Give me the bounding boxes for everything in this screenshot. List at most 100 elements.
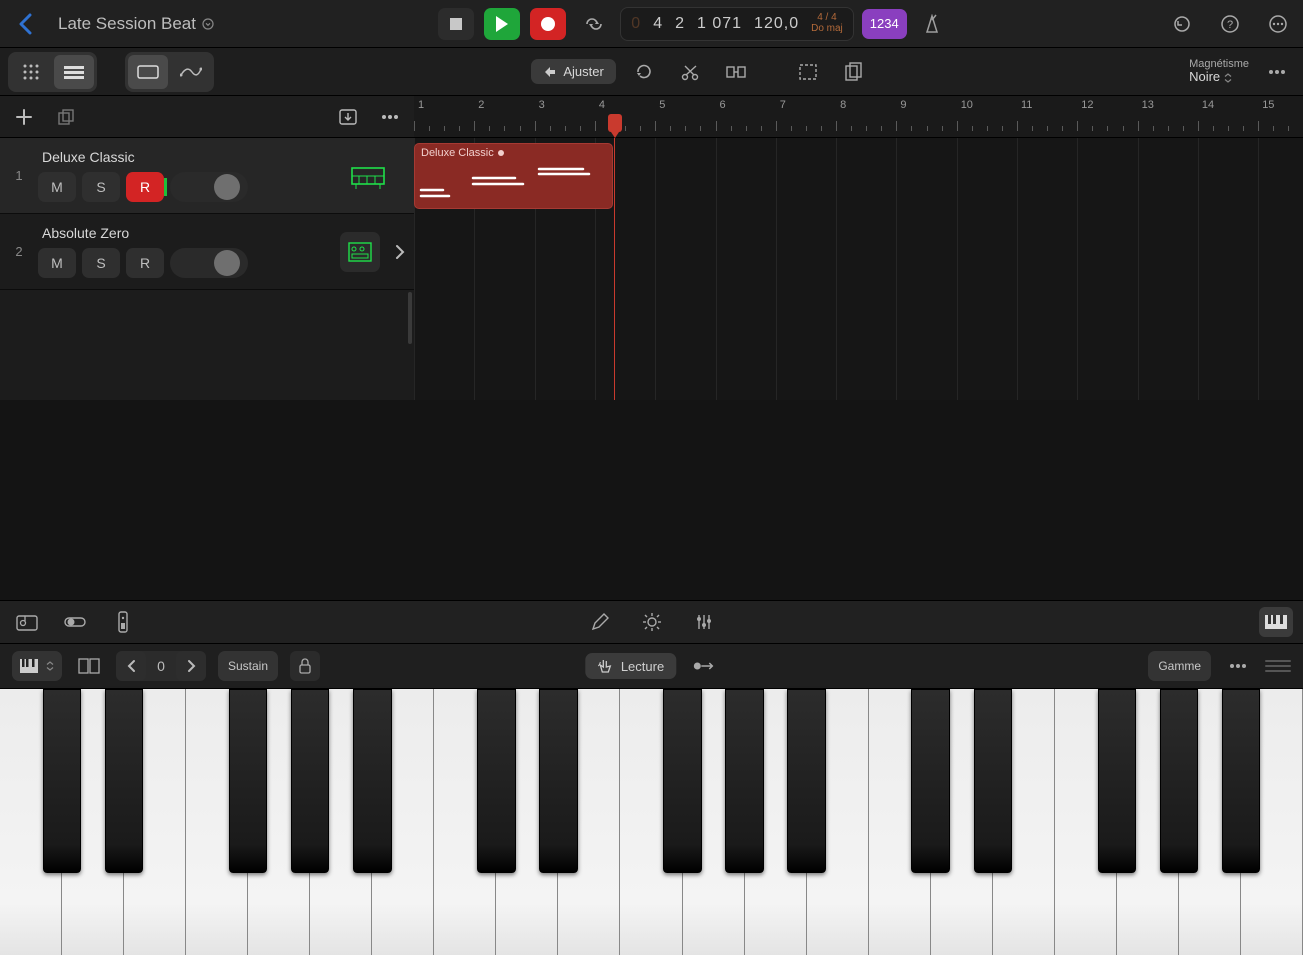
more-menu-button[interactable] [1261, 7, 1295, 41]
beat-display-chip[interactable]: 1234 [862, 9, 907, 39]
track-view-button[interactable] [54, 55, 94, 89]
loop-tool-button[interactable] [626, 54, 662, 90]
track-name[interactable]: Absolute Zero [38, 225, 328, 241]
plugin-tab[interactable] [106, 607, 140, 637]
ruler-bar-number: 12 [1081, 99, 1093, 111]
piano-black-key[interactable] [663, 689, 701, 873]
automation-view-button[interactable] [171, 55, 211, 89]
stop-button[interactable] [438, 8, 474, 40]
piano-black-key[interactable] [43, 689, 81, 873]
record-enable-button[interactable]: R [126, 172, 164, 202]
piano-black-key[interactable] [353, 689, 391, 873]
play-button[interactable] [484, 8, 520, 40]
library-tab[interactable] [10, 607, 44, 637]
scissors-tool-button[interactable] [672, 54, 708, 90]
volume-knob[interactable] [214, 174, 240, 200]
snap-icon [543, 65, 557, 79]
metronome-button[interactable] [915, 7, 949, 41]
piano-black-key[interactable] [105, 689, 143, 873]
scale-button[interactable]: Gamme [1148, 651, 1211, 681]
piano-black-key[interactable] [291, 689, 329, 873]
split-keyboard-button[interactable] [74, 651, 104, 681]
resize-handle[interactable] [1265, 660, 1291, 672]
back-button[interactable] [8, 7, 42, 41]
lcd-dim: 0 [631, 15, 641, 33]
volume-knob[interactable] [214, 250, 240, 276]
piano-black-key[interactable] [1098, 689, 1136, 873]
piano-black-key[interactable] [539, 689, 577, 873]
lock-button[interactable] [290, 651, 320, 681]
tracks-empty-area[interactable] [0, 400, 1303, 600]
octave-down-button[interactable] [116, 651, 146, 681]
record-enable-button[interactable]: R [126, 248, 164, 278]
record-button[interactable] [530, 8, 566, 40]
lcd-ticks: 1 071 [697, 15, 742, 33]
glissando-button[interactable] [688, 651, 718, 681]
solo-button[interactable]: S [82, 248, 120, 278]
piano-black-key[interactable] [477, 689, 515, 873]
track-name[interactable]: Deluxe Classic [38, 149, 336, 165]
ruler-bar-number: 14 [1202, 99, 1214, 111]
project-title-dropdown[interactable]: Late Session Beat [50, 10, 222, 38]
track-row[interactable]: 1 Deluxe Classic M S R [0, 138, 414, 214]
copy-tool-button[interactable] [836, 54, 872, 90]
undo-button[interactable] [1165, 7, 1199, 41]
play-mode-label: Lecture [621, 659, 664, 674]
track-row[interactable]: 2 Absolute Zero M S R [0, 214, 414, 290]
piano-black-key[interactable] [911, 689, 949, 873]
octave-up-button[interactable] [176, 651, 206, 681]
toolbar-more-button[interactable] [1259, 54, 1295, 90]
instrument-icon-drum[interactable] [340, 232, 380, 272]
ruler-bar-number: 5 [659, 99, 665, 111]
help-button[interactable]: ? [1213, 7, 1247, 41]
piano-keyboard[interactable]: Do2Do3Do4 [0, 688, 1303, 955]
lcd-display[interactable]: 0 4 2 1 071 120,0 4 / 4 Do maj [620, 7, 854, 41]
title-bar: Late Session Beat 0 4 2 1 071 120,0 4 / … [0, 0, 1303, 48]
region-view-button[interactable] [128, 55, 168, 89]
import-button[interactable] [334, 103, 362, 131]
join-tool-button[interactable] [718, 54, 754, 90]
mixer-button[interactable] [687, 607, 721, 637]
playhead-marker[interactable] [608, 114, 622, 132]
piano-black-key[interactable] [229, 689, 267, 873]
pencil-tool-button[interactable] [583, 607, 617, 637]
marquee-tool-button[interactable] [790, 54, 826, 90]
play-mode-button[interactable]: Lecture [585, 653, 676, 679]
brightness-button[interactable] [635, 607, 669, 637]
sustain-button[interactable]: Sustain [218, 651, 278, 681]
keyboard-view-dropdown[interactable] [12, 651, 62, 681]
ruler-bar-number: 7 [780, 99, 786, 111]
editor-tab-bar [0, 600, 1303, 644]
timeline-ruler[interactable]: 123456789101112131415 [414, 96, 1303, 137]
snap-resolution-dropdown[interactable]: Magnétisme Noire [1189, 58, 1249, 84]
piano-black-key[interactable] [1160, 689, 1198, 873]
ruler-bar-number: 6 [720, 99, 726, 111]
piano-black-key[interactable] [787, 689, 825, 873]
snap-button[interactable]: Ajuster [531, 59, 615, 84]
add-track-button[interactable] [10, 103, 38, 131]
mute-button[interactable]: M [38, 172, 76, 202]
piano-black-key[interactable] [1222, 689, 1260, 873]
keyboard-tab[interactable] [1259, 607, 1293, 637]
volume-slider[interactable] [170, 172, 248, 202]
arrange-area[interactable]: Deluxe Classic [414, 138, 1303, 400]
expand-track-button[interactable] [386, 214, 414, 289]
region-notes-icon [415, 166, 613, 202]
lcd-sig: 4 / 4 [817, 13, 836, 24]
cycle-button[interactable] [576, 8, 612, 40]
ruler-bar-number: 9 [900, 99, 906, 111]
track-header-more-button[interactable] [376, 103, 404, 131]
solo-button[interactable]: S [82, 172, 120, 202]
mute-button[interactable]: M [38, 248, 76, 278]
duplicate-track-button[interactable] [52, 103, 80, 131]
piano-black-key[interactable] [725, 689, 763, 873]
keyboard-more-button[interactable] [1223, 651, 1253, 681]
midi-region[interactable]: Deluxe Classic [414, 143, 613, 209]
volume-slider[interactable] [170, 248, 248, 278]
piano-black-key[interactable] [974, 689, 1012, 873]
grid-view-button[interactable] [11, 55, 51, 89]
playhead-line [614, 138, 615, 400]
instrument-icon-piano[interactable] [348, 156, 388, 196]
octave-value: 0 [146, 651, 176, 681]
controls-tab[interactable] [58, 607, 92, 637]
